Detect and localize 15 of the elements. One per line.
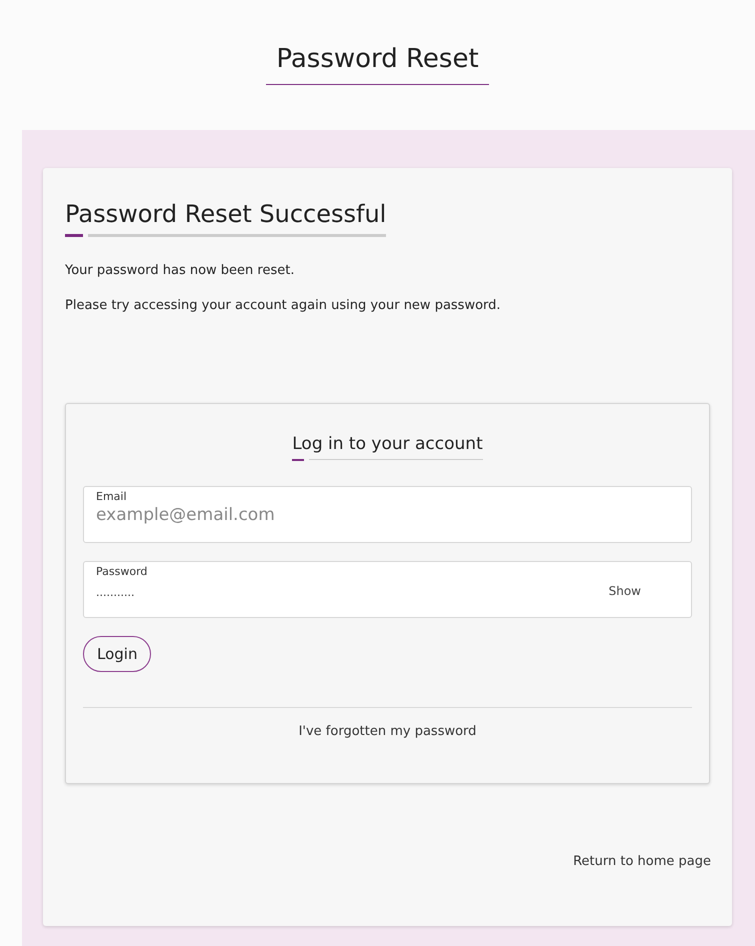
- message-text: Your password has now been reset.: [65, 263, 296, 279]
- masked-password-text: ...........: [96, 585, 134, 601]
- heading: Password Reset Successful: [65, 200, 386, 228]
- input-field[interactable]: Password ........... Show: [83, 561, 692, 618]
- login-button[interactable]: Login: [83, 636, 152, 672]
- message-text: Please try accessing your account again using your new password.: [65, 298, 502, 314]
- home-page-link[interactable]: Return to home page: [573, 854, 711, 869]
- placeholder-text: example@email.com: [96, 504, 275, 527]
- show-password-toggle[interactable]: Show: [608, 584, 641, 598]
- page-title: Password Reset: [266, 44, 489, 85]
- field-label: Password: [96, 565, 148, 578]
- input-field[interactable]: Email example@email.com: [83, 486, 692, 543]
- login-title: Log in to your account: [292, 434, 483, 454]
- forgot-password-link[interactable]: I've forgotten my password: [298, 724, 476, 739]
- field-label: Email: [96, 490, 128, 503]
